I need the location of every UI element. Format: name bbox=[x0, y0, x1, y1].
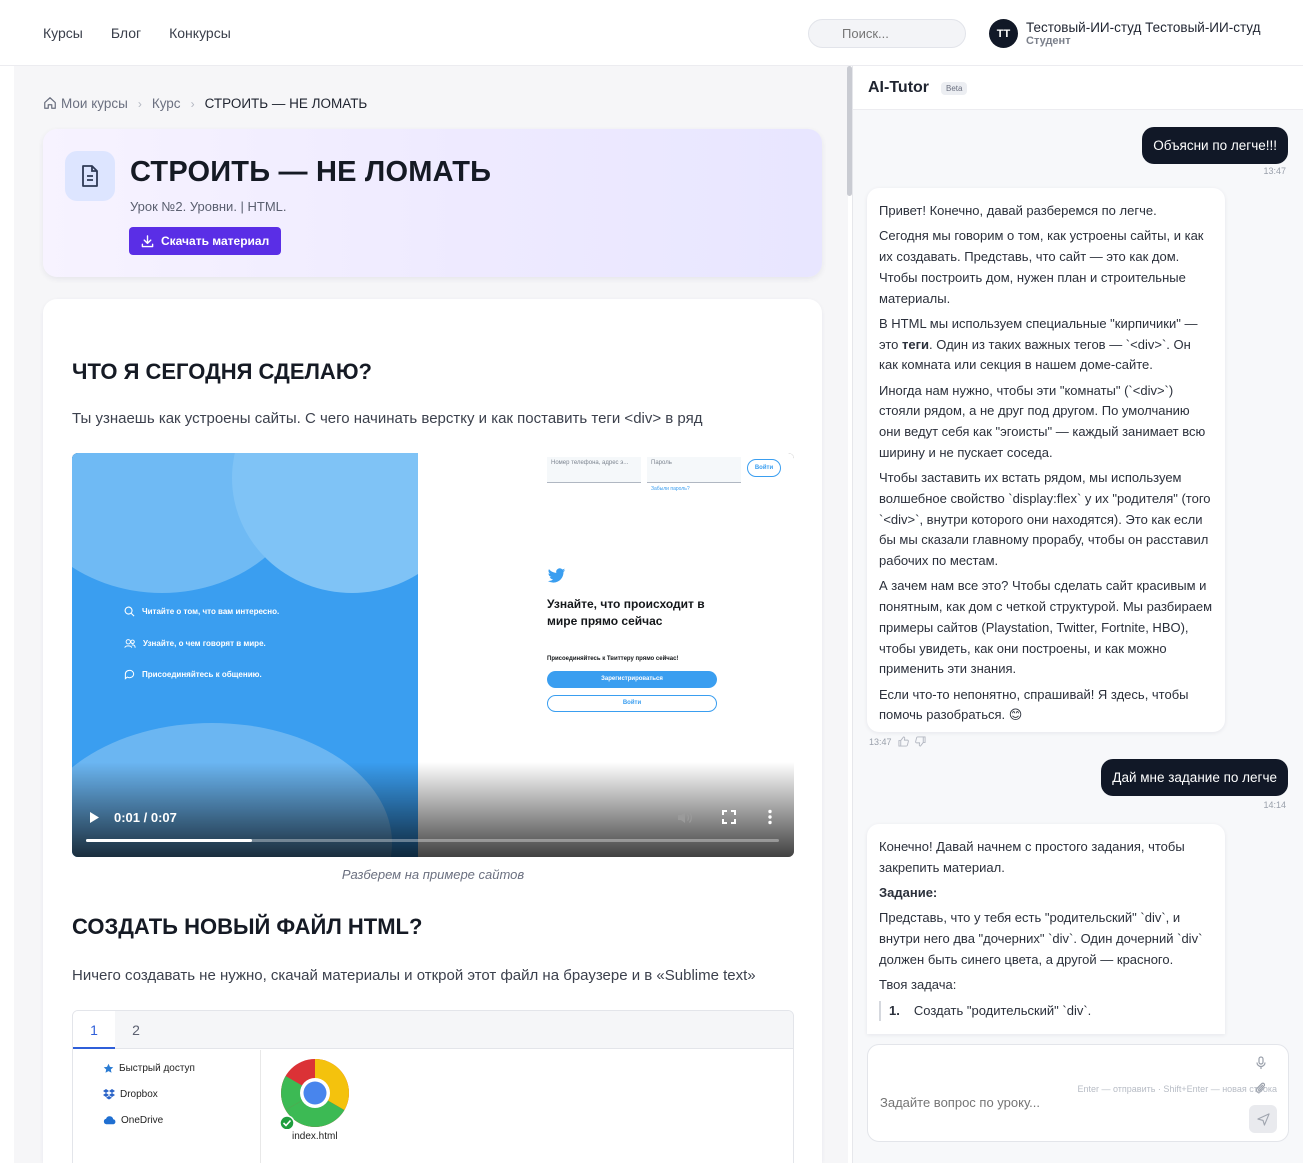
lesson-header-card: СТРОИТЬ — НЕ ЛОМАТЬ Урок №2. Уровни. | H… bbox=[43, 129, 822, 277]
video-feature-item: Узнайте, о чем говорят в мире. bbox=[124, 638, 266, 649]
dropbox-icon bbox=[103, 1089, 115, 1100]
chrome-icon bbox=[279, 1059, 349, 1129]
video-caption: Разберем на примере сайтов bbox=[341, 867, 525, 882]
video-controls: 0:01 / 0:07 bbox=[72, 797, 794, 857]
people-icon bbox=[124, 639, 136, 648]
user-message: Объясни по легче!!! bbox=[1142, 127, 1288, 164]
file-explorer-screenshot: Быстрый доступ Dropbox OneDrive index.ht… bbox=[73, 1050, 793, 1163]
video-feature-item: Читайте о том, что вам интересно. bbox=[124, 606, 279, 617]
message-time: 13:47 bbox=[1263, 166, 1286, 176]
lesson-subtitle: Урок №2. Уровни. | HTML. bbox=[130, 199, 287, 214]
tutor-title: AI-Tutor bbox=[868, 79, 930, 96]
user-menu[interactable]: ТТ Тестовый-ИИ-студ Тестовый-ИИ-студ Сту… bbox=[989, 19, 1260, 48]
section-heading: СОЗДАТЬ НОВЫЙ ФАЙЛ HTML? bbox=[72, 914, 423, 939]
ai-tutor-panel: AI-Tutor Beta Объясни по легче!!! 13:47 … bbox=[852, 66, 1303, 1163]
thumbs-up-icon[interactable] bbox=[897, 736, 909, 747]
chat-bubble-icon bbox=[124, 669, 135, 680]
keyboard-hint: Enter — отправить · Shift+Enter — новая … bbox=[1077, 1084, 1277, 1094]
bird-icon bbox=[547, 568, 566, 583]
microphone-icon[interactable] bbox=[1255, 1056, 1267, 1070]
search-input[interactable] bbox=[808, 19, 966, 48]
fullscreen-icon[interactable] bbox=[722, 810, 736, 824]
beta-badge: Beta bbox=[941, 82, 968, 95]
section-text: Ничего создавать не нужно, скачай матери… bbox=[72, 967, 756, 984]
download-material-button[interactable]: Скачать материал bbox=[129, 227, 282, 255]
message-time: 14:14 bbox=[1263, 800, 1286, 810]
nav-courses[interactable]: Курсы bbox=[43, 25, 83, 41]
chat-input[interactable] bbox=[880, 1095, 1240, 1110]
image-tabs: 1 2 Быстрый доступ Dropbox OneDrive inde… bbox=[72, 1010, 794, 1163]
video-player[interactable]: Читайте о том, что вам интересно. Узнайт… bbox=[72, 453, 794, 857]
volume-icon[interactable] bbox=[677, 810, 693, 825]
search-icon bbox=[124, 606, 135, 617]
file-name: index.html bbox=[292, 1131, 338, 1142]
breadcrumb-my-courses[interactable]: Мои курсы bbox=[43, 96, 128, 111]
video-progress-fill bbox=[86, 839, 253, 842]
list-item: 1. Создать "родительский" `div`. bbox=[879, 1000, 1213, 1022]
send-button[interactable] bbox=[1249, 1105, 1277, 1133]
top-header: Курсы Блог Конкурсы ТТ Тестовый-ИИ-студ … bbox=[0, 0, 1303, 66]
chevron-right-icon: › bbox=[137, 96, 142, 111]
section-text: Ты узнаешь как устроены сайты. С чего на… bbox=[72, 410, 703, 427]
thumbs-down-icon[interactable] bbox=[914, 736, 926, 747]
message-time: 13:47 bbox=[869, 736, 892, 747]
avatar: ТТ bbox=[989, 19, 1018, 48]
user-name: Тестовый-ИИ-студ Тестовый-ИИ-студ bbox=[1026, 19, 1261, 35]
cloud-icon bbox=[103, 1116, 116, 1125]
nav-blog[interactable]: Блог bbox=[111, 25, 141, 41]
video-feature-item: Присоединяйтесь к общению. bbox=[124, 669, 262, 680]
top-nav: Курсы Блог Конкурсы bbox=[43, 25, 231, 41]
video-time: 0:01 / 0:07 bbox=[114, 810, 177, 825]
assistant-message: Привет! Конечно, давай разберемся по лег… bbox=[867, 188, 1225, 732]
star-icon bbox=[103, 1063, 114, 1073]
lesson-content: ЧТО Я СЕГОДНЯ СДЕЛАЮ? Ты узнаешь как уст… bbox=[43, 299, 822, 1163]
play-icon[interactable] bbox=[89, 811, 100, 824]
more-vertical-icon[interactable] bbox=[767, 809, 773, 825]
section-heading: ЧТО Я СЕГОДНЯ СДЕЛАЮ? bbox=[72, 359, 372, 384]
send-icon bbox=[1256, 1112, 1270, 1126]
tutor-header: AI-Tutor Beta bbox=[853, 66, 1303, 110]
assistant-message: Конечно! Давай начнем с простого задания… bbox=[867, 824, 1225, 1034]
lesson-title: СТРОИТЬ — НЕ ЛОМАТЬ bbox=[130, 156, 492, 188]
download-icon bbox=[141, 234, 154, 247]
user-role: Студент bbox=[1026, 34, 1071, 47]
tab-1[interactable]: 1 bbox=[73, 1011, 115, 1049]
breadcrumb-course[interactable]: Курс bbox=[152, 96, 181, 111]
chevron-right-icon: › bbox=[190, 96, 195, 111]
breadcrumb-current: СТРОИТЬ — НЕ ЛОМАТЬ bbox=[204, 96, 368, 111]
user-message: Дай мне задание по легче bbox=[1101, 759, 1288, 796]
video-progress-bar[interactable] bbox=[86, 839, 779, 842]
nav-contests[interactable]: Конкурсы bbox=[169, 25, 231, 41]
tab-2[interactable]: 2 bbox=[115, 1011, 157, 1049]
home-icon bbox=[44, 97, 56, 109]
breadcrumb: Мои курсы › Курс › СТРОИТЬ — НЕ ЛОМАТЬ bbox=[43, 96, 367, 111]
document-icon bbox=[65, 151, 115, 201]
